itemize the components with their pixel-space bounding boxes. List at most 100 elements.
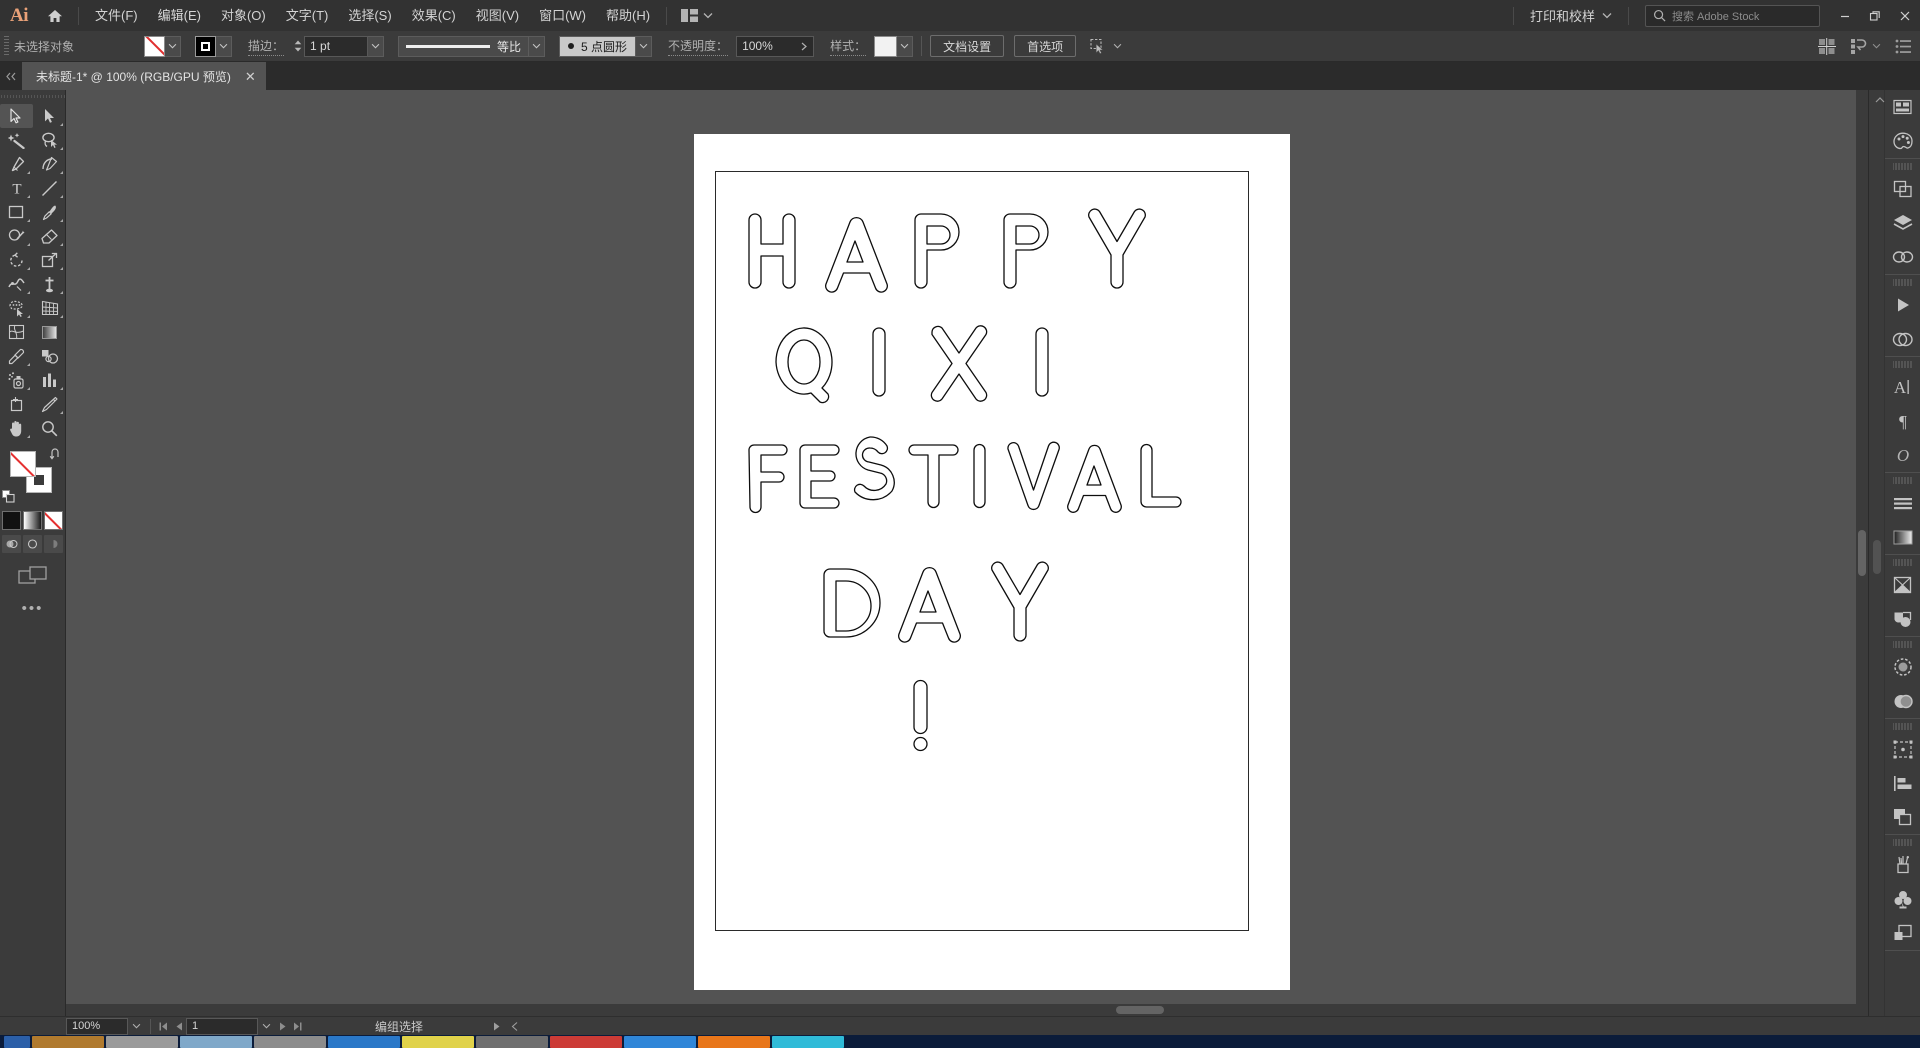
- close-button[interactable]: [1890, 0, 1920, 31]
- change-screen-mode-icon[interactable]: [0, 565, 65, 587]
- vertical-scroll-thumb[interactable]: [1858, 530, 1866, 576]
- scale-tool[interactable]: [33, 248, 66, 272]
- home-icon[interactable]: [38, 0, 72, 31]
- taskbar-item[interactable]: [106, 1035, 178, 1048]
- pathfinder-panel-icon[interactable]: [1885, 172, 1920, 206]
- artboards-panel-icon[interactable]: [1885, 732, 1920, 766]
- menu-help[interactable]: 帮助(H): [596, 0, 660, 31]
- shape-builder-tool[interactable]: [0, 296, 33, 320]
- dock-group-grip-2[interactable]: [1892, 278, 1913, 287]
- color-panel-icon[interactable]: [1885, 124, 1920, 158]
- hand-tool[interactable]: [0, 416, 33, 440]
- status-menu-icon[interactable]: [493, 1022, 501, 1031]
- brush-definition-caret[interactable]: [636, 35, 653, 57]
- dock-group-grip-4[interactable]: [1892, 476, 1913, 485]
- magic-wand-tool[interactable]: [0, 128, 33, 152]
- symbols-panel-icon[interactable]: [1885, 882, 1920, 916]
- gradient-panel-icon[interactable]: [1885, 520, 1920, 554]
- stroke-profile-control[interactable]: 等比: [398, 35, 546, 57]
- menu-select[interactable]: 选择(S): [338, 0, 401, 31]
- libraries-panel-icon[interactable]: [1885, 90, 1920, 124]
- dock-group-grip-3[interactable]: [1892, 360, 1913, 369]
- dock-group-grip-6[interactable]: [1892, 640, 1913, 649]
- align-panel-icon[interactable]: [1885, 766, 1920, 800]
- canvas-horizontal-scrollbar[interactable]: [66, 1004, 1856, 1016]
- menu-object[interactable]: 对象(O): [211, 0, 276, 31]
- brush-definition[interactable]: 5 点圆形: [559, 35, 637, 57]
- menu-type[interactable]: 文字(T): [276, 0, 339, 31]
- transparency-panel-icon[interactable]: [1885, 568, 1920, 602]
- adobe-stock-search[interactable]: 搜索 Adobe Stock: [1645, 4, 1820, 27]
- select-similar-objects-control[interactable]: [1090, 38, 1122, 55]
- collapse-icon[interactable]: [0, 62, 22, 90]
- zoom-level-caret[interactable]: [128, 1017, 145, 1035]
- menu-file[interactable]: 文件(F): [85, 0, 148, 31]
- align-icon[interactable]: [1818, 37, 1836, 55]
- taskbar-item[interactable]: [254, 1035, 326, 1048]
- canvas-vertical-scrollbar[interactable]: [1856, 90, 1868, 1016]
- slice-tool[interactable]: [33, 392, 66, 416]
- start-button[interactable]: [4, 1035, 30, 1048]
- color-mode-button[interactable]: [2, 511, 21, 530]
- taskbar-item[interactable]: [550, 1035, 622, 1048]
- restore-button[interactable]: [1860, 0, 1890, 31]
- pathfinder-shapes-icon[interactable]: [1885, 800, 1920, 834]
- stroke-panel-icon[interactable]: [1885, 486, 1920, 520]
- menu-window[interactable]: 窗口(W): [529, 0, 596, 31]
- horizontal-scroll-thumb[interactable]: [1116, 1006, 1164, 1014]
- gradient-mode-button[interactable]: [23, 511, 42, 530]
- minimize-button[interactable]: [1830, 0, 1860, 31]
- menu-view[interactable]: 视图(V): [466, 0, 529, 31]
- variable-width-profile[interactable]: 等比: [398, 35, 530, 57]
- artboard-number-input[interactable]: 1: [186, 1017, 258, 1035]
- stroke-swatch[interactable]: [195, 35, 216, 57]
- width-tool[interactable]: [0, 272, 33, 296]
- dock-resize-handle[interactable]: [1873, 540, 1881, 574]
- creative-cloud-icon[interactable]: [1885, 322, 1920, 356]
- image-trace-panel-icon[interactable]: [1885, 650, 1920, 684]
- preferences-button[interactable]: 首选项: [1014, 35, 1077, 57]
- artboard[interactable]: [715, 171, 1249, 931]
- status-collapse-icon[interactable]: [511, 1021, 519, 1031]
- taskbar-item[interactable]: [32, 1035, 104, 1048]
- layers-panel-icon[interactable]: [1885, 206, 1920, 240]
- actions-panel-icon[interactable]: [1885, 288, 1920, 322]
- shaper-tool[interactable]: [0, 224, 33, 248]
- opacity-input[interactable]: 100%: [736, 35, 815, 57]
- draw-behind-button[interactable]: [23, 535, 42, 553]
- glyphs-panel-icon[interactable]: O: [1885, 438, 1920, 472]
- fill-swatch[interactable]: [144, 35, 165, 57]
- taskbar-item[interactable]: [476, 1035, 548, 1048]
- asset-export-panel-icon[interactable]: [1885, 916, 1920, 950]
- control-bar-grip[interactable]: [4, 36, 9, 56]
- eyedropper-tool[interactable]: [0, 344, 33, 368]
- mesh-tool[interactable]: [0, 320, 33, 344]
- dock-group-grip[interactable]: [1892, 162, 1913, 171]
- paragraph-panel-icon[interactable]: ¶: [1885, 404, 1920, 438]
- graphic-style-swatch[interactable]: [874, 35, 898, 57]
- taskbar-item[interactable]: [624, 1035, 696, 1048]
- perspective-grid-tool[interactable]: [33, 296, 66, 320]
- stroke-weight-caret[interactable]: [368, 35, 385, 57]
- fill-control[interactable]: [144, 35, 181, 57]
- brushes-panel-icon[interactable]: [1885, 684, 1920, 718]
- paintbrush-tool[interactable]: [33, 200, 66, 224]
- pen-tool[interactable]: [0, 152, 33, 176]
- dock-group-grip-5[interactable]: [1892, 558, 1913, 567]
- zoom-level-input[interactable]: 100%: [66, 1017, 128, 1035]
- dock-group-grip-7[interactable]: [1892, 722, 1913, 731]
- workspace-switcher[interactable]: 打印和校样: [1520, 0, 1622, 31]
- fill-dropdown-caret[interactable]: [165, 35, 181, 57]
- symbol-sprayer-tool[interactable]: [0, 368, 33, 392]
- eraser-tool[interactable]: [33, 224, 66, 248]
- arrange-documents-icon[interactable]: [673, 0, 721, 31]
- stroke-weight-input[interactable]: 1 pt: [304, 35, 369, 57]
- appearance-panel-icon[interactable]: [1885, 602, 1920, 636]
- graphic-style-control[interactable]: [874, 35, 914, 57]
- close-icon[interactable]: ✕: [245, 70, 256, 83]
- stroke-control[interactable]: [195, 35, 232, 57]
- edit-toolbar-icon[interactable]: •••: [0, 600, 65, 617]
- document-tab[interactable]: 未标题-1* @ 100% (RGB/GPU 预览) ✕: [22, 62, 267, 90]
- taskbar-item[interactable]: [402, 1035, 474, 1048]
- rectangle-tool[interactable]: [0, 200, 33, 224]
